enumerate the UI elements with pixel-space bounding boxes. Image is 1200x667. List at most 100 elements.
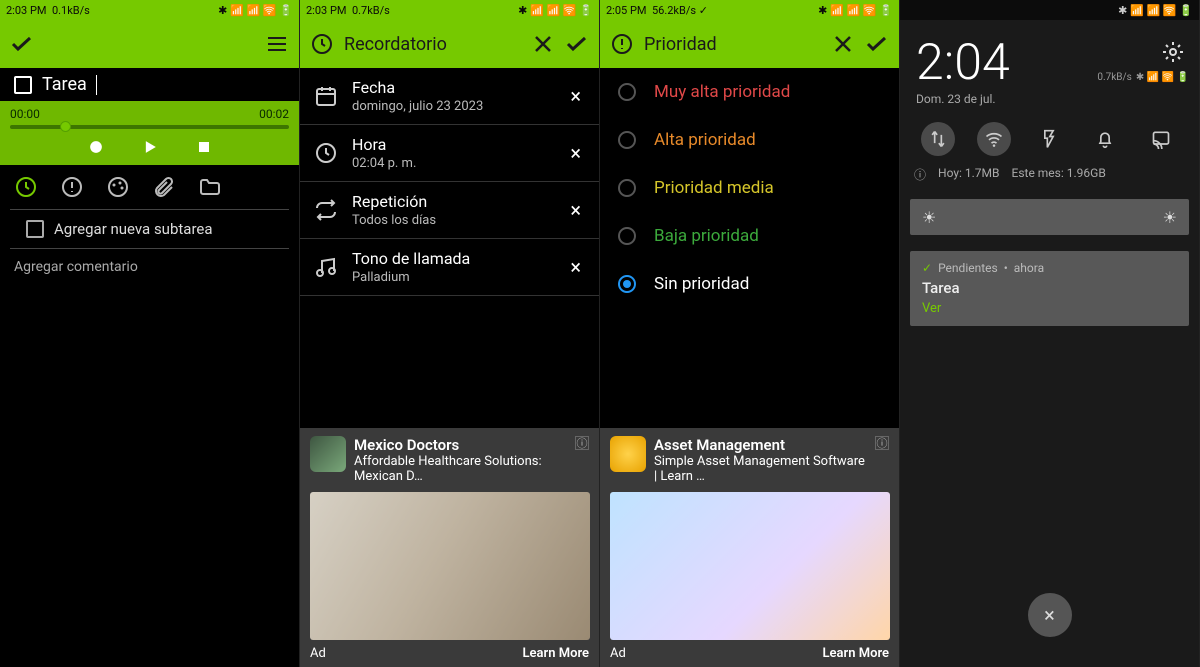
audio-seekbar[interactable] <box>10 125 289 129</box>
sync-check-icon: ✓ <box>699 4 708 17</box>
ad-image <box>610 492 890 640</box>
status-bar: 2:03 PM 0.7kB/s ✱ 📶 📶 🛜 🔋 <box>300 0 599 20</box>
radio-button[interactable] <box>618 179 636 197</box>
priority-option[interactable]: Prioridad media <box>600 164 899 212</box>
play-button[interactable] <box>138 135 162 159</box>
confirm-icon[interactable] <box>10 32 34 56</box>
status-icons: ✱ 📶 📶 🛜 🔋 <box>218 4 293 17</box>
record-button[interactable] <box>84 135 108 159</box>
priority-option[interactable]: Alta prioridad <box>600 116 899 164</box>
close-icon[interactable] <box>831 32 855 56</box>
add-subtask-label: Agregar nueva subtarea <box>54 220 213 238</box>
folder-icon[interactable] <box>198 175 222 199</box>
row-time[interactable]: Hora02:04 p. m. × <box>300 125 599 182</box>
screen-title: Recordatorio <box>344 34 447 55</box>
clear-icon[interactable]: × <box>566 84 585 108</box>
menu-icon[interactable] <box>265 32 289 56</box>
clock-icon <box>314 141 338 165</box>
qs-cast-icon[interactable] <box>1144 122 1178 156</box>
notif-title: Tarea <box>922 279 1177 297</box>
status-time: 2:03 PM <box>6 4 46 17</box>
notif-time: ahora <box>1014 261 1044 275</box>
row-date[interactable]: Fechadomingo, julio 23 2023 × <box>300 68 599 125</box>
notif-action[interactable]: Ver <box>922 301 1177 316</box>
ad-label: Ad <box>610 646 626 661</box>
status-time: 2:03 PM <box>306 4 346 17</box>
clear-icon[interactable]: × <box>566 198 585 222</box>
dismiss-all-button[interactable]: × <box>1028 593 1072 637</box>
radio-button[interactable] <box>618 83 636 101</box>
radio-button[interactable] <box>618 275 636 293</box>
ad-info-icon[interactable]: ⓘ <box>875 436 889 450</box>
qs-data-icon[interactable] <box>921 122 955 156</box>
ad-info-icon[interactable]: ⓘ <box>575 436 589 450</box>
clock-date: Dom. 23 de jul. <box>916 92 1183 106</box>
status-net: 0.7kB/s <box>352 4 390 17</box>
settings-icon[interactable] <box>1161 40 1185 64</box>
ad-thumbnail <box>610 436 646 472</box>
clock-icon <box>310 32 334 56</box>
cursor-caret <box>96 75 97 95</box>
priority-option[interactable]: Muy alta prioridad <box>600 68 899 116</box>
ad-block[interactable]: Mexico Doctors Affordable Healthcare Sol… <box>300 428 599 667</box>
add-subtask-row[interactable]: Agregar nueva subtarea <box>0 210 299 248</box>
confirm-icon[interactable] <box>865 32 889 56</box>
attachment-icon[interactable] <box>152 175 176 199</box>
confirm-icon[interactable] <box>565 32 589 56</box>
reminder-icon[interactable] <box>14 175 38 199</box>
row-ringtone[interactable]: Tono de llamadaPalladium × <box>300 239 599 296</box>
app-icon: ✓ <box>922 261 932 275</box>
task-title-row[interactable]: Tarea <box>0 68 299 101</box>
ad-thumbnail <box>310 436 346 472</box>
priority-label: Alta prioridad <box>654 130 756 150</box>
ad-cta[interactable]: Learn More <box>523 646 589 661</box>
qs-flashlight-icon[interactable] <box>1032 122 1066 156</box>
screen-notification-shade: ✱ 📶 📶 🛜 🔋 2:04 Dom. 23 de jul. 0.7kB/s ✱… <box>900 0 1200 667</box>
clock-time: 2:04 <box>916 34 1183 92</box>
screen-task-editor: 2:03 PM 0.1kB/s ✱ 📶 📶 🛜 🔋 Tarea 00:00 00… <box>0 0 300 667</box>
toolbar: Prioridad <box>600 20 899 68</box>
palette-icon[interactable] <box>106 175 130 199</box>
clock-area: 2:04 Dom. 23 de jul. <box>900 20 1199 108</box>
ad-title: Asset Management <box>654 436 867 454</box>
priority-list: Muy alta prioridad Alta prioridad Priorida… <box>600 68 899 308</box>
screen-reminder: 2:03 PM 0.7kB/s ✱ 📶 📶 🛜 🔋 Recordatorio F… <box>300 0 600 667</box>
priority-label: Baja prioridad <box>654 226 759 246</box>
close-icon[interactable] <box>531 32 555 56</box>
priority-option[interactable]: Baja prioridad <box>600 212 899 260</box>
task-title: Tarea <box>42 74 87 95</box>
comment-input[interactable]: Agregar comentario <box>0 249 299 285</box>
status-net: 56.2kB/s <box>652 4 696 17</box>
subtask-checkbox[interactable] <box>26 220 44 238</box>
toolbar: Recordatorio <box>300 20 599 68</box>
brightness-low-icon: ☀ <box>922 208 936 227</box>
priority-label: Muy alta prioridad <box>654 82 790 102</box>
data-usage[interactable]: ⓘ Hoy: 1.7MB Este mes: 1.96GB <box>900 164 1199 191</box>
quick-settings <box>900 108 1199 164</box>
qs-wifi-icon[interactable] <box>977 122 1011 156</box>
screen-title: Prioridad <box>644 34 717 55</box>
radio-button[interactable] <box>618 131 636 149</box>
row-repeat[interactable]: RepeticiónTodos los días × <box>300 182 599 239</box>
ad-block[interactable]: Asset Management Simple Asset Management… <box>600 428 899 667</box>
priority-option[interactable]: Sin prioridad <box>600 260 899 308</box>
usage-today: Hoy: 1.7MB <box>938 166 999 183</box>
music-icon <box>314 255 338 279</box>
priority-label: Sin prioridad <box>654 274 749 294</box>
radio-button[interactable] <box>618 227 636 245</box>
task-checkbox[interactable] <box>14 76 32 94</box>
priority-icon[interactable] <box>60 175 84 199</box>
repeat-icon <box>314 198 338 222</box>
qs-dnd-icon[interactable] <box>1088 122 1122 156</box>
clear-icon[interactable]: × <box>566 255 585 279</box>
audio-time-start: 00:00 <box>10 107 40 121</box>
stop-button[interactable] <box>192 135 216 159</box>
status-bar: 2:03 PM 0.1kB/s ✱ 📶 📶 🛜 🔋 <box>0 0 299 20</box>
status-icons: ✱ 📶 📶 🛜 🔋 <box>518 4 593 17</box>
clear-icon[interactable]: × <box>566 141 585 165</box>
status-icons: ✱ 📶 📶 🛜 🔋 <box>1118 4 1193 17</box>
screen-priority: 2:05 PM 56.2kB/s ✓ ✱ 📶 📶 🛜 🔋 Prioridad M… <box>600 0 900 667</box>
brightness-slider[interactable]: ☀ ☀ <box>910 199 1189 235</box>
notification-card[interactable]: ✓ Pendientes • ahora Tarea Ver <box>910 251 1189 326</box>
ad-cta[interactable]: Learn More <box>823 646 889 661</box>
